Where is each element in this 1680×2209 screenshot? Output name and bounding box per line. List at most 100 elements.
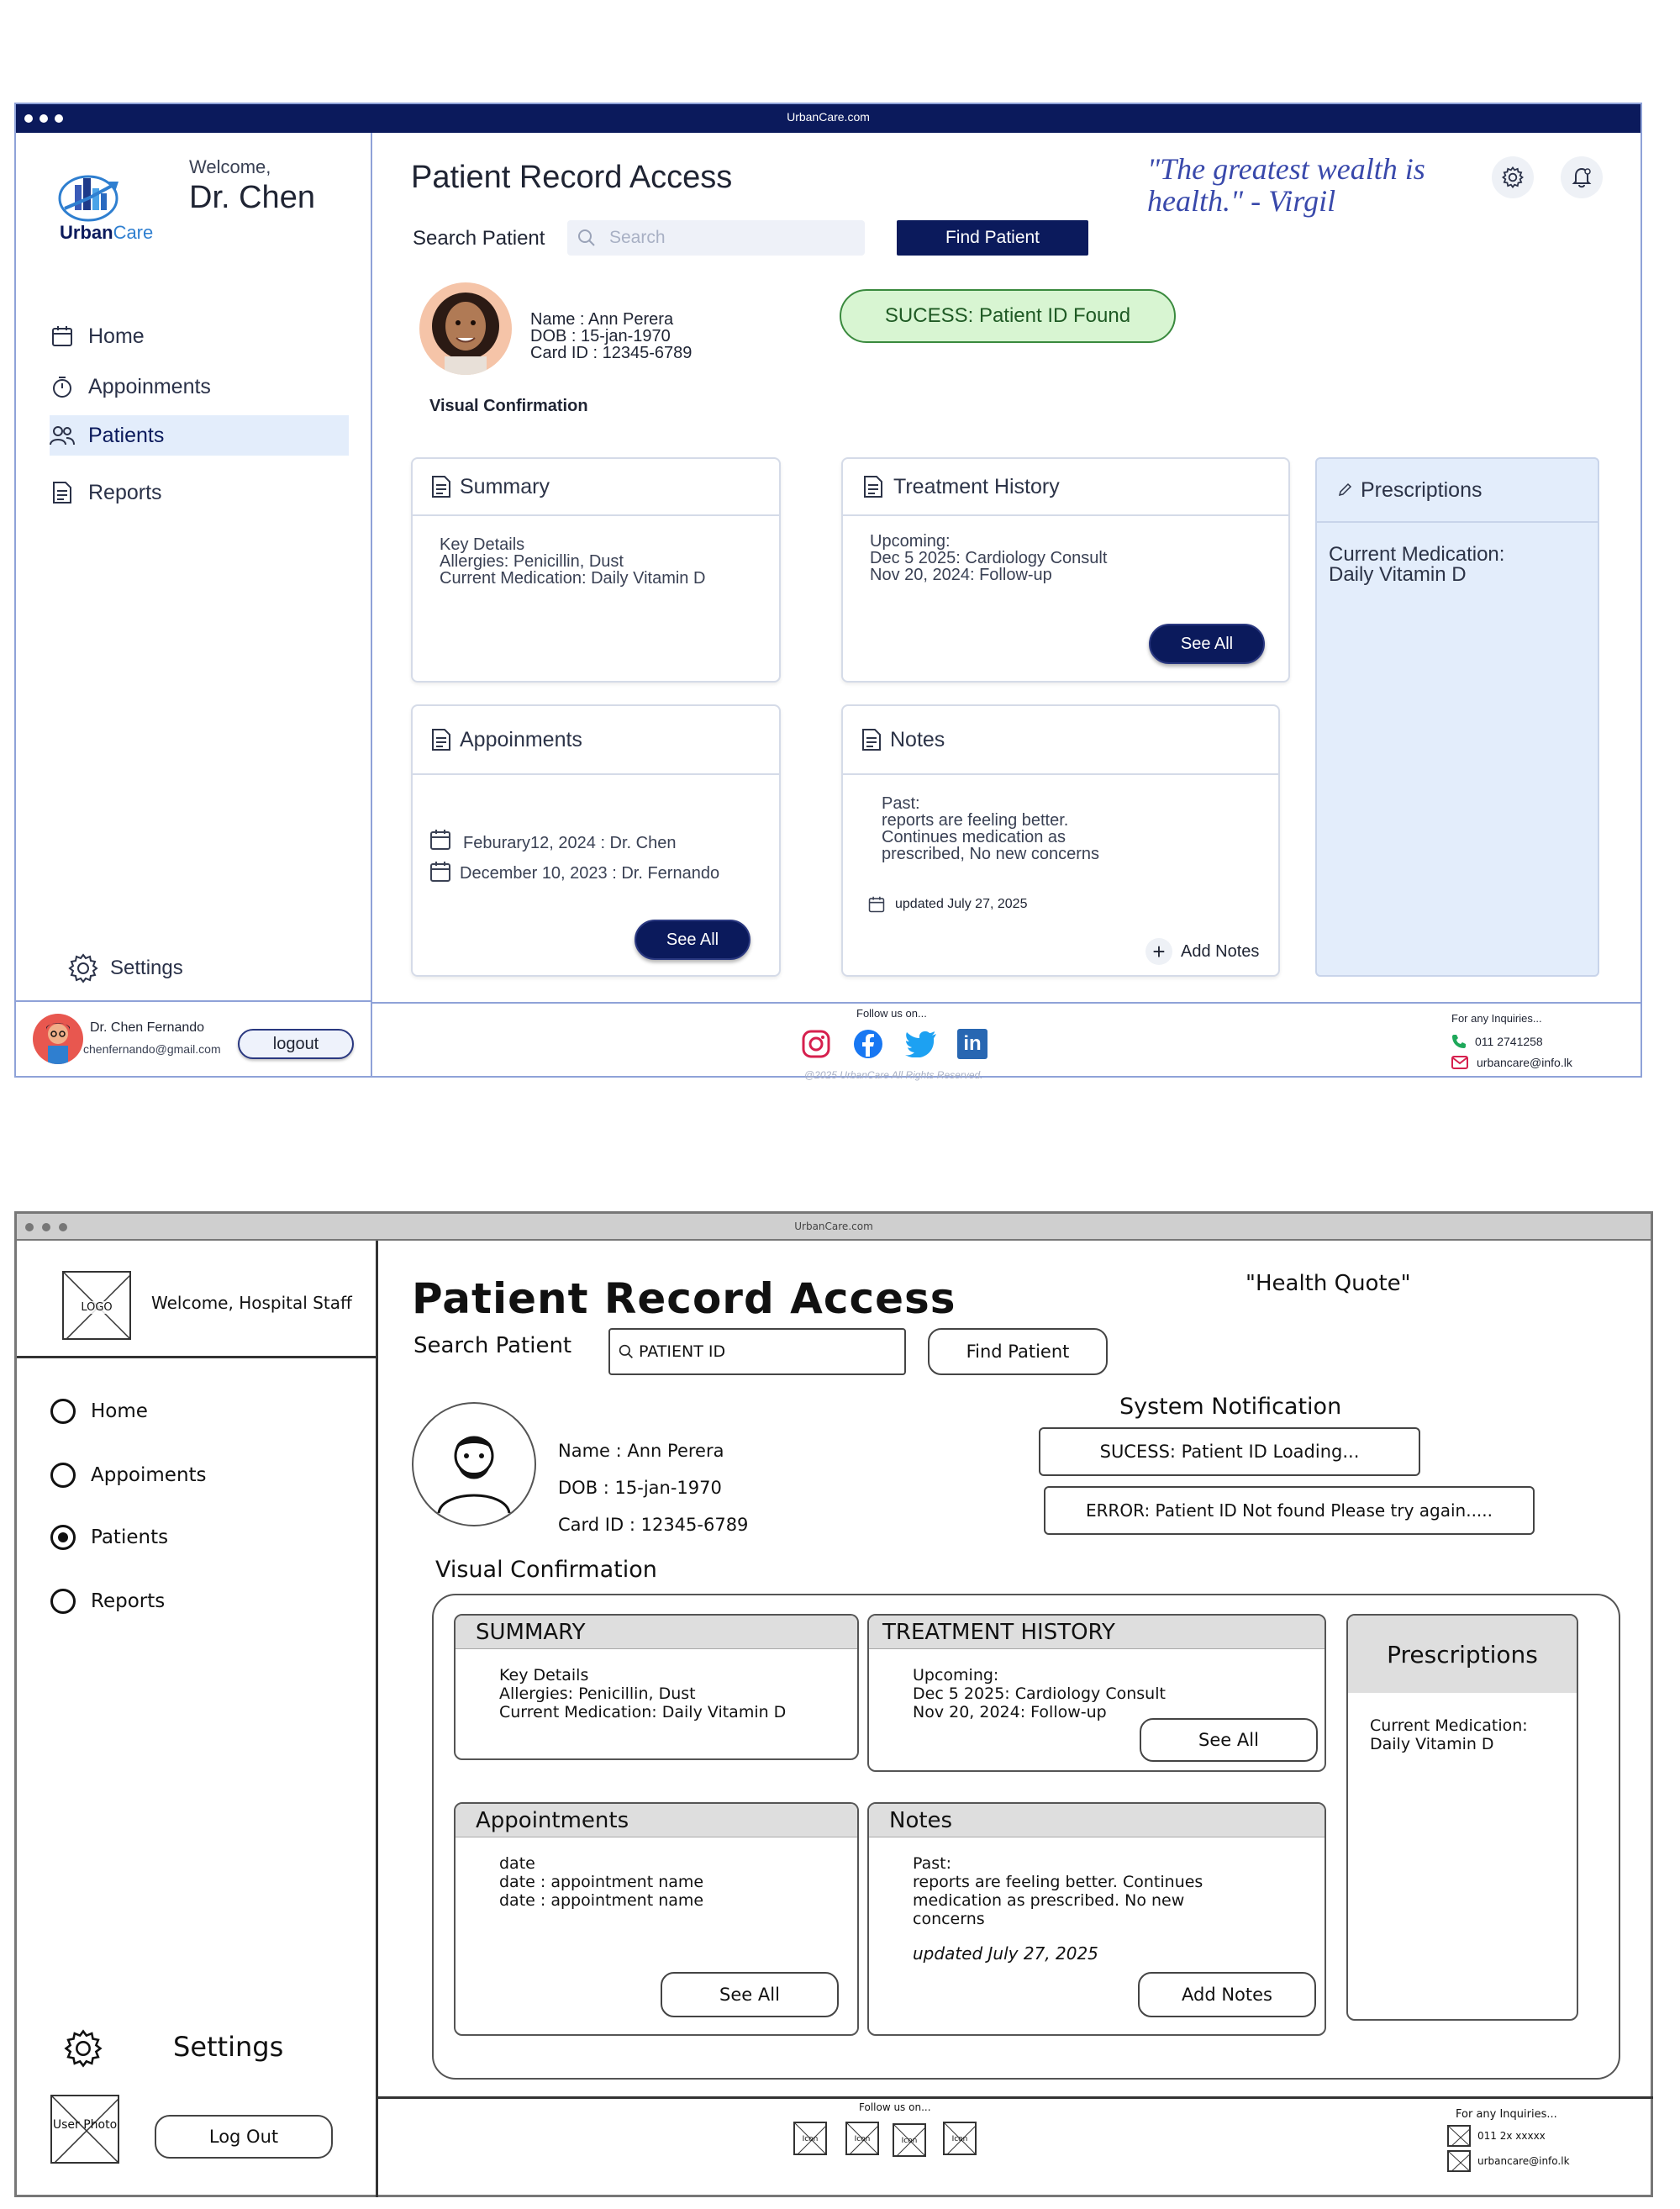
wf-contact-email-text: urbancare@info.lk xyxy=(1477,2155,1570,2167)
settings-icon-button[interactable] xyxy=(1492,156,1534,198)
notes-line: prescribed, No new concerns xyxy=(882,845,1100,863)
appointments-see-all-button[interactable]: See All xyxy=(635,920,750,960)
patient-dob: DOB : 15-jan-1970 xyxy=(530,327,671,345)
wf-appointment-line: date : appointment name xyxy=(499,1891,704,1910)
wf-search-input[interactable]: PATIENT ID xyxy=(608,1328,906,1375)
sidebar-item-appointments[interactable]: Appoinments xyxy=(50,366,349,407)
notes-title: Notes xyxy=(890,727,945,751)
linkedin-icon[interactable]: in xyxy=(957,1029,987,1059)
search-input[interactable]: Search xyxy=(567,220,865,256)
wf-treatment-line: Nov 20, 2024: Follow-up xyxy=(913,1703,1107,1721)
appointment-item[interactable]: Feburary12, 2024 : Dr. Chen xyxy=(429,825,676,853)
wf-appointments-see-all-button[interactable]: See All xyxy=(661,1972,839,2017)
wf-summary-line: Key Details xyxy=(499,1666,589,1684)
wf-add-notes-button[interactable]: Add Notes xyxy=(1138,1972,1316,2017)
gear-icon xyxy=(1502,166,1524,188)
wf-prescriptions-body: Current Medication: Daily Vitamin D xyxy=(1370,1716,1528,1753)
wf-follow-us: Follow us on... xyxy=(859,2101,931,2113)
success-notification: SUCESS: Patient ID Found xyxy=(840,289,1176,343)
wf-settings-label[interactable]: Settings xyxy=(173,2031,283,2063)
wf-treatment-title: TREATMENT HISTORY xyxy=(869,1616,1325,1649)
patient-name: Name : Ann Perera xyxy=(530,310,674,329)
settings-label: Settings xyxy=(110,957,183,979)
wf-contact-phone-text: 011 2x xxxxx xyxy=(1477,2130,1546,2142)
treatment-line: Dec 5 2025: Cardiology Consult xyxy=(870,549,1108,567)
wf-logout-button[interactable]: Log Out xyxy=(155,2115,333,2159)
wf-treatment-card: TREATMENT HISTORY Upcoming: Dec 5 2025: … xyxy=(867,1614,1326,1772)
sidebar-item-home[interactable]: Home xyxy=(50,316,349,356)
search-label: Search Patient xyxy=(413,227,545,250)
wf-search-label: Search Patient xyxy=(413,1333,572,1358)
sidebar-item-label: Appoinments xyxy=(88,374,211,398)
wf-health-quote: "Health Quote" xyxy=(1246,1271,1411,1296)
instagram-icon[interactable] xyxy=(801,1029,831,1059)
social-icon-placeholder[interactable]: Icon xyxy=(845,2122,879,2155)
patient-details: Name : Ann Perera DOB : 15-jan-1970 Card… xyxy=(530,311,692,361)
social-icon-placeholder[interactable]: Icon xyxy=(893,2123,926,2157)
wf-notes-line: medication as prescribed. No new xyxy=(913,1891,1185,1910)
gear-icon xyxy=(68,953,98,983)
wf-nav-home[interactable]: Home xyxy=(50,1397,148,1426)
social-icon-placeholder[interactable]: Icon xyxy=(943,2122,977,2155)
contact-email[interactable]: urbancare@info.lk xyxy=(1451,1056,1572,1069)
wf-nav-patients[interactable]: Patients xyxy=(50,1523,168,1552)
contact-email-text: urbancare@info.lk xyxy=(1477,1056,1572,1069)
settings-button[interactable]: Settings xyxy=(68,953,183,983)
prescription-line: Daily Vitamin D xyxy=(1329,563,1467,586)
wf-footer-divider xyxy=(378,2096,1653,2099)
wf-patient-name: Name : Ann Perera xyxy=(558,1441,724,1461)
summary-body: Key Details Allergies: Penicillin, Dust … xyxy=(440,536,705,587)
wf-nav-label: Home xyxy=(91,1400,148,1422)
calendar-icon xyxy=(868,896,885,913)
wf-notes-updated: updated July 27, 2025 xyxy=(913,1943,1098,1964)
treatment-body: Upcoming: Dec 5 2025: Cardiology Consult… xyxy=(870,533,1107,583)
calendar-icon xyxy=(429,829,451,851)
hifi-browser-window: UrbanCare.com UrbanCare Welcome, Dr. Che… xyxy=(14,103,1642,1081)
wf-treatment-see-all-button[interactable]: See All xyxy=(1140,1718,1318,1762)
document-icon xyxy=(50,480,75,505)
visual-confirmation-label: Visual Confirmation xyxy=(429,397,588,415)
wf-patient-details: Name : Ann Perera DOB : 15-jan-1970 Card… xyxy=(558,1432,748,1543)
summary-card: Summary Key Details Allergies: Penicilli… xyxy=(411,457,781,683)
gear-icon[interactable] xyxy=(64,2029,103,2068)
appointment-item[interactable]: December 10, 2023 : Dr. Fernando xyxy=(429,859,719,883)
wf-nav-appointments[interactable]: Appoiments xyxy=(50,1461,207,1489)
wireframe-url: UrbanCare.com xyxy=(794,1220,873,1232)
sidebar-item-reports[interactable]: Reports xyxy=(50,472,349,513)
prescriptions-title: Prescriptions xyxy=(1361,477,1483,502)
treatment-title: Treatment History xyxy=(893,474,1060,498)
patient-card-id: Card ID : 12345-6789 xyxy=(530,344,693,362)
sidebar-item-patients[interactable]: Patients xyxy=(50,415,349,456)
wf-notif-error: ERROR: Patient ID Not found Please try a… xyxy=(1044,1486,1535,1535)
social-icon-placeholder[interactable]: Icon xyxy=(793,2122,827,2155)
wf-page-title: Patient Record Access xyxy=(412,1274,956,1323)
pencil-icon xyxy=(1337,482,1352,498)
find-patient-button[interactable]: Find Patient xyxy=(897,220,1088,256)
treatment-see-all-button[interactable]: See All xyxy=(1149,624,1265,664)
wf-inquiries-label: For any Inquiries... xyxy=(1456,2108,1557,2121)
add-notes-button[interactable]: + Add Notes xyxy=(1145,938,1259,965)
wf-appointments-card: Appointments date date : appointment nam… xyxy=(454,1802,859,2036)
appointments-title: Appoinments xyxy=(460,727,582,751)
wf-contact-email[interactable]: urbancare@info.lk xyxy=(1447,2150,1570,2172)
wireframe-sidebar: LOGO Welcome, Hospital Staff Home Appoim… xyxy=(17,1241,378,2197)
search-icon xyxy=(577,229,596,251)
logout-button[interactable]: logout xyxy=(238,1029,354,1059)
contact-phone[interactable]: 011 2741258 xyxy=(1451,1034,1543,1049)
radio-selected-icon xyxy=(50,1525,76,1550)
notifications-button[interactable] xyxy=(1561,156,1603,198)
icon-placeholder-label: Icon xyxy=(901,2137,918,2145)
wf-contact-phone[interactable]: 011 2x xxxxx xyxy=(1447,2125,1546,2147)
sidebar-item-label: Home xyxy=(88,324,145,348)
brand-name: UrbanCare xyxy=(60,222,153,244)
treatment-history-card: Treatment History Upcoming: Dec 5 2025: … xyxy=(841,457,1290,683)
wf-find-patient-button[interactable]: Find Patient xyxy=(928,1328,1108,1375)
wf-nav-reports[interactable]: Reports xyxy=(50,1587,165,1616)
logo-placeholder-label: LOGO xyxy=(64,1301,129,1314)
notes-card-header: Notes xyxy=(843,706,1278,775)
facebook-icon[interactable] xyxy=(853,1029,883,1059)
wf-patient-avatar xyxy=(412,1402,536,1526)
twitter-icon[interactable] xyxy=(905,1031,937,1058)
wf-visual-confirmation: Visual Confirmation xyxy=(435,1557,657,1583)
notes-body: Past: reports are feeling better. Contin… xyxy=(882,795,1099,862)
